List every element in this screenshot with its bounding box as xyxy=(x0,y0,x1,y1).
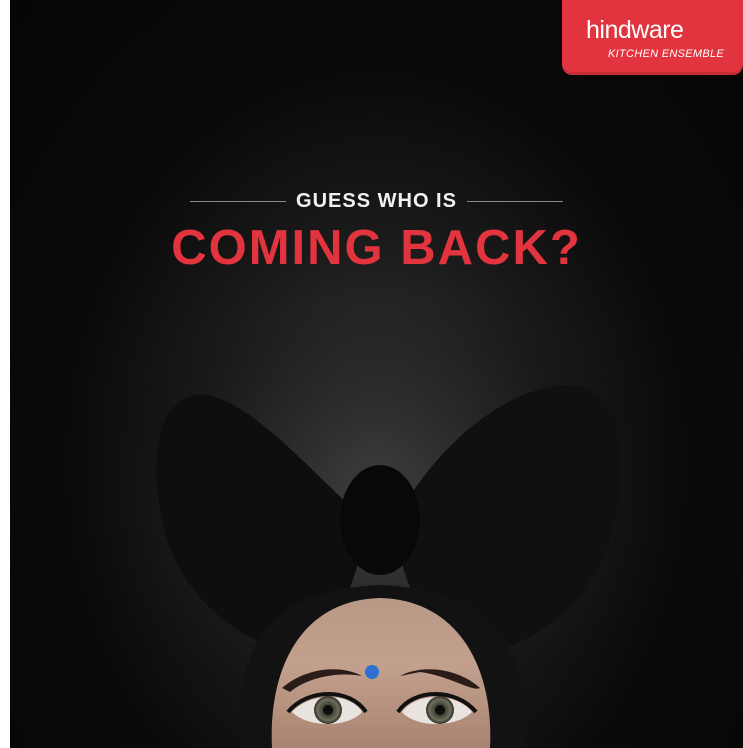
hair-knot xyxy=(340,465,420,575)
headline-line1: GUESS WHO IS xyxy=(296,189,457,212)
brand-tagline: KITCHEN ENSEMBLE xyxy=(608,48,725,60)
headline-top-row: GUESS WHO IS xyxy=(10,188,743,214)
brand-name: hindware xyxy=(586,16,684,44)
portrait-illustration xyxy=(50,300,710,748)
poster: hindware KITCHEN ENSEMBLE GUESS WHO IS C… xyxy=(10,0,743,748)
left-divider xyxy=(190,200,287,202)
bindi xyxy=(365,665,379,679)
right-divider xyxy=(466,200,563,202)
brand-logo[interactable]: hindware KITCHEN ENSEMBLE xyxy=(562,0,743,75)
headline-line2: COMING BACK? xyxy=(171,221,582,275)
left-pupil xyxy=(323,705,333,715)
right-pupil xyxy=(435,705,445,715)
page-frame: hindware KITCHEN ENSEMBLE GUESS WHO IS C… xyxy=(0,0,743,748)
